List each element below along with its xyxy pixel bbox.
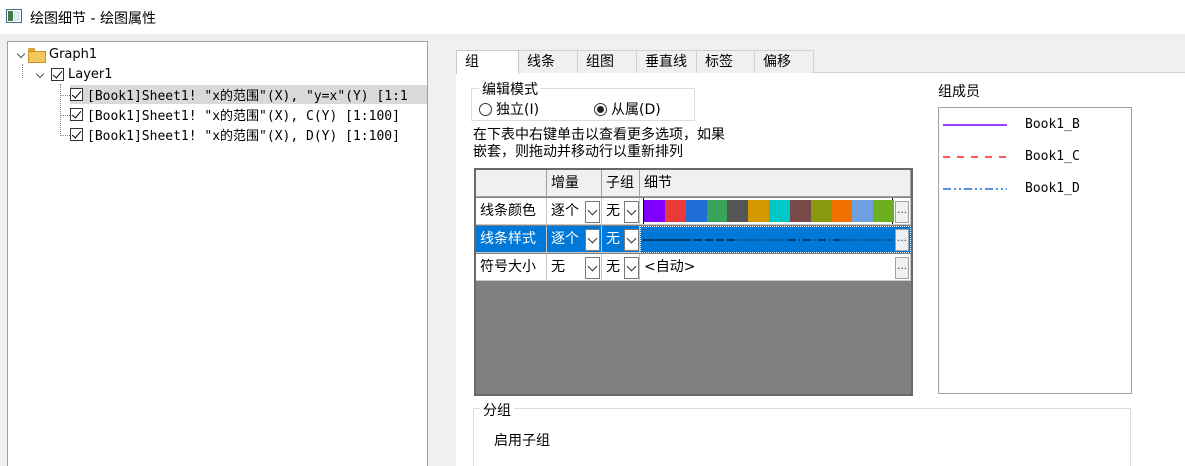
dependent-label: 从属(D) <box>611 102 661 118</box>
row-line-style-detail[interactable] <box>640 226 911 253</box>
color-list-preview <box>643 198 895 224</box>
subgroup-legend: 分组 <box>480 400 514 420</box>
row-symbol-size-detail[interactable]: <自动> <box>640 254 911 281</box>
tab-vertical-line[interactable]: 垂直线 <box>636 50 697 73</box>
tree-node-plot-2[interactable]: [Book1]Sheet1! "x的范围"(X), C(Y) [1:100] <box>70 105 400 124</box>
color-swatch <box>644 200 665 222</box>
independent-label: 独立(I) <box>496 102 540 118</box>
color-swatch <box>852 200 874 222</box>
row-symbol-size-name[interactable]: 符号大小 <box>476 254 547 281</box>
row-line-color-name[interactable]: 线条颜色 <box>476 198 547 225</box>
color-swatch <box>810 200 832 222</box>
color-swatch <box>664 200 686 222</box>
layer-checkbox[interactable] <box>51 68 64 81</box>
increment-dropdown-icon[interactable] <box>585 229 600 251</box>
layer-label: Layer1 <box>68 67 113 82</box>
grid-header-subgroup: 子组 <box>602 170 640 197</box>
color-swatch <box>831 200 853 222</box>
collapse-chevron-icon[interactable] <box>35 70 45 80</box>
grid-header-detail: 细节 <box>640 170 911 197</box>
line-style-ellipsis-button[interactable]: … <box>895 229 909 251</box>
color-swatch <box>706 200 728 222</box>
increment-dropdown-icon[interactable] <box>585 201 600 223</box>
symbol-size-ellipsis-button[interactable]: … <box>895 257 909 279</box>
tree-node-graph[interactable]: Graph1 <box>16 45 97 64</box>
grid-header-increment: 增量 <box>547 170 602 197</box>
increment-grid[interactable]: 增量 子组 细节 线条颜色 逐个 无 … 线条样式 逐个 无 … 符号大小 无 … <box>474 168 913 396</box>
row-line-style-name[interactable]: 线条样式 <box>476 226 547 253</box>
tree-node-plot-1[interactable]: [Book1]Sheet1! "x的范围"(X), "y=x"(Y) [1:1 <box>70 85 427 104</box>
color-swatch <box>789 200 811 222</box>
graph-label: Graph1 <box>49 47 98 62</box>
tab-offset[interactable]: 偏移 <box>754 50 814 73</box>
subgroup-dropdown-icon[interactable] <box>624 201 639 223</box>
edit-mode-legend: 编辑模式 <box>479 79 541 99</box>
subgroup-dropdown-icon[interactable] <box>624 229 639 251</box>
title-bar: 绘图细节 - 绘图属性 <box>0 0 1185 34</box>
member-name-d: Book1_D <box>1025 181 1080 196</box>
plot-checkbox[interactable] <box>70 88 83 101</box>
instructions-text: 在下表中右键单击以查看更多选项，如果 嵌套，则拖动并移动行以重新排列 <box>473 127 773 161</box>
independent-radio-option[interactable]: 独立(I) <box>479 99 539 119</box>
tree-node-plot-3[interactable]: [Book1]Sheet1! "x的范围"(X), D(Y) [1:100] <box>70 125 400 144</box>
tab-line[interactable]: 线条 <box>518 50 578 73</box>
color-swatch <box>769 200 790 222</box>
plot-label: [Book1]Sheet1! "x的范围"(X), "y=x"(Y) [1:1 <box>87 89 408 104</box>
grid-corner <box>476 170 547 197</box>
dependent-radio-option[interactable]: 从属(D) <box>594 99 661 119</box>
independent-radio[interactable] <box>479 102 492 116</box>
line-style-preview <box>643 239 893 241</box>
plot-tree[interactable]: Graph1 Layer1 [Book1]Sheet1! "x的范围"(X), … <box>7 41 428 466</box>
plot-checkbox[interactable] <box>70 128 83 141</box>
dependent-radio[interactable] <box>594 102 607 116</box>
member-name-c: Book1_C <box>1025 149 1080 164</box>
row-line-color-detail[interactable] <box>640 198 911 225</box>
collapse-chevron-icon[interactable] <box>16 50 26 60</box>
color-swatch <box>748 200 770 222</box>
window-title: 绘图细节 - 绘图属性 <box>30 11 156 27</box>
tree-node-layer[interactable]: Layer1 <box>35 65 113 84</box>
tab-bar: 组 线条 组图 垂直线 标签 偏移 <box>456 50 814 74</box>
plot-label: [Book1]Sheet1! "x的范围"(X), C(Y) [1:100] <box>87 109 400 124</box>
tab-label[interactable]: 标签 <box>696 50 755 73</box>
subgroup-dropdown-icon[interactable] <box>624 257 639 279</box>
folder-icon <box>28 48 46 63</box>
members-title: 组成员 <box>938 84 980 100</box>
color-swatch <box>727 200 749 222</box>
increment-dropdown-icon[interactable] <box>585 257 600 279</box>
tab-group[interactable]: 组 <box>456 50 519 74</box>
plot-checkbox[interactable] <box>70 108 83 121</box>
color-swatch <box>685 200 707 222</box>
enable-subgroup-label: 启用子组 <box>494 433 550 449</box>
plot-label: [Book1]Sheet1! "x的范围"(X), D(Y) [1:100] <box>87 129 400 144</box>
instructions-line-1: 在下表中右键单击以查看更多选项，如果 <box>473 127 725 143</box>
tab-drop-lines[interactable]: 组图 <box>577 50 637 73</box>
instructions-line-2: 嵌套，则拖动并移动行以重新排列 <box>473 144 683 160</box>
subgroup-group <box>473 408 1131 466</box>
color-swatch <box>873 200 895 222</box>
app-icon <box>6 9 22 23</box>
member-name-b: Book1_B <box>1025 117 1080 132</box>
member-line-previews <box>943 124 1007 190</box>
color-list-ellipsis-button[interactable]: … <box>895 201 909 223</box>
